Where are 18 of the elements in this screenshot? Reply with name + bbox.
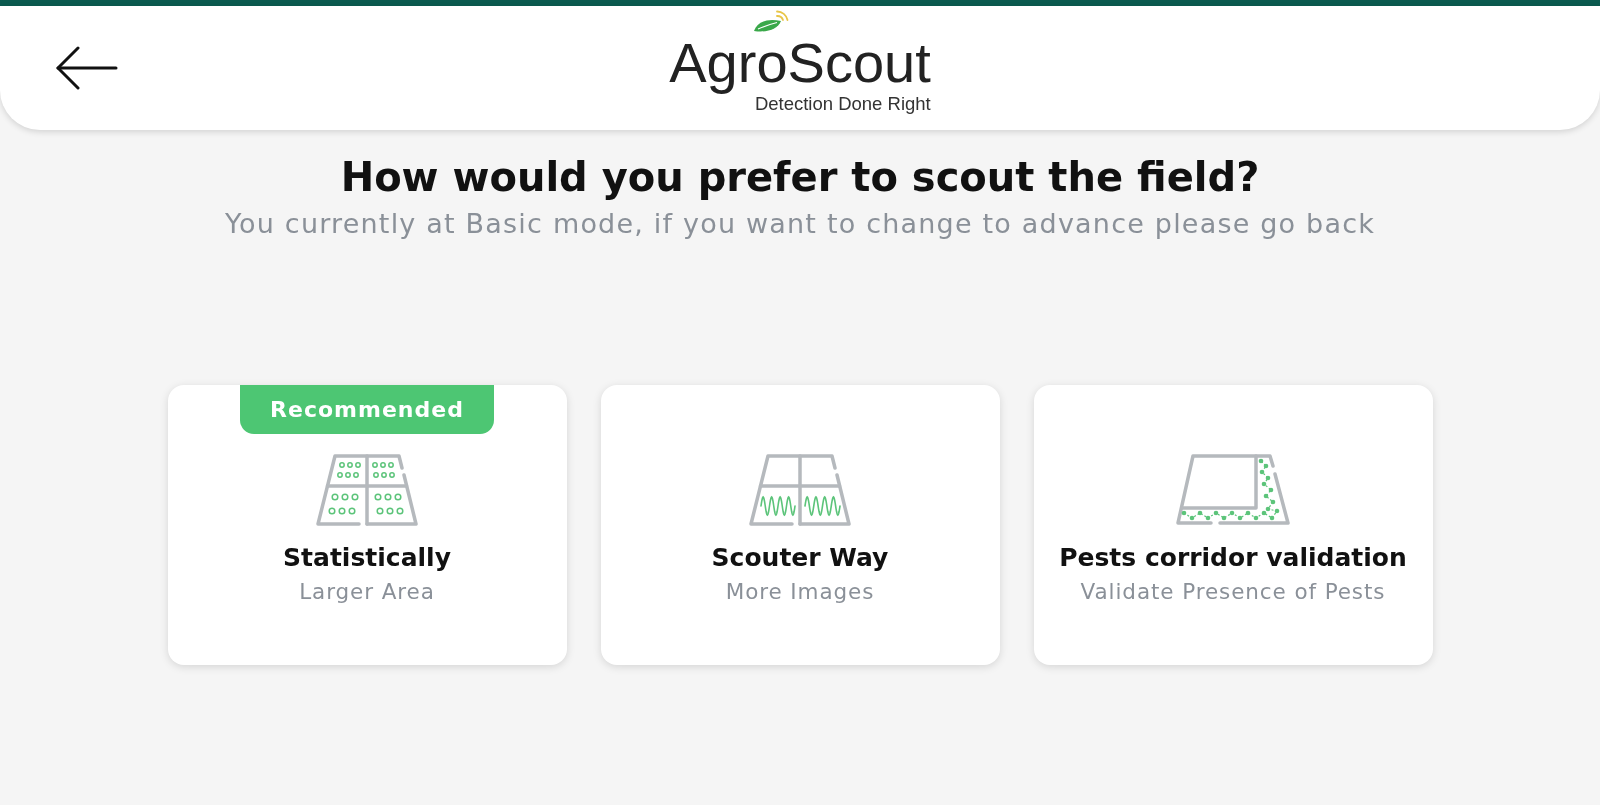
recommended-badge: Recommended bbox=[240, 385, 494, 434]
option-subtitle: Larger Area bbox=[299, 578, 435, 606]
option-title: Statistically bbox=[283, 542, 451, 574]
option-title: Pests corridor validation bbox=[1059, 542, 1407, 574]
logo-tagline: Detection Done Right bbox=[754, 93, 931, 114]
page-subtitle: You currently at Basic mode, if you want to change to advance please go back bbox=[223, 207, 1377, 241]
option-subtitle: More Images bbox=[725, 578, 875, 606]
option-card[interactable]: Recommended Statistically Larger Area bbox=[167, 385, 567, 665]
logo-wordmark: AgroScout bbox=[669, 32, 931, 94]
page-title: How would you prefer to scout the field? bbox=[339, 153, 1261, 202]
field-grid-dots-icon bbox=[315, 453, 419, 527]
option-title: Scouter Way bbox=[711, 542, 889, 574]
option-subtitle: Validate Presence of Pests bbox=[1080, 578, 1386, 606]
option-card[interactable]: Scouter Way More Images bbox=[600, 385, 1000, 665]
field-corridor-dots-icon bbox=[1176, 453, 1290, 527]
back-button[interactable] bbox=[56, 46, 118, 90]
option-card[interactable]: Pests corridor validation Validate Presence of Pests bbox=[1033, 385, 1433, 665]
field-grid-waves-icon bbox=[748, 453, 852, 527]
